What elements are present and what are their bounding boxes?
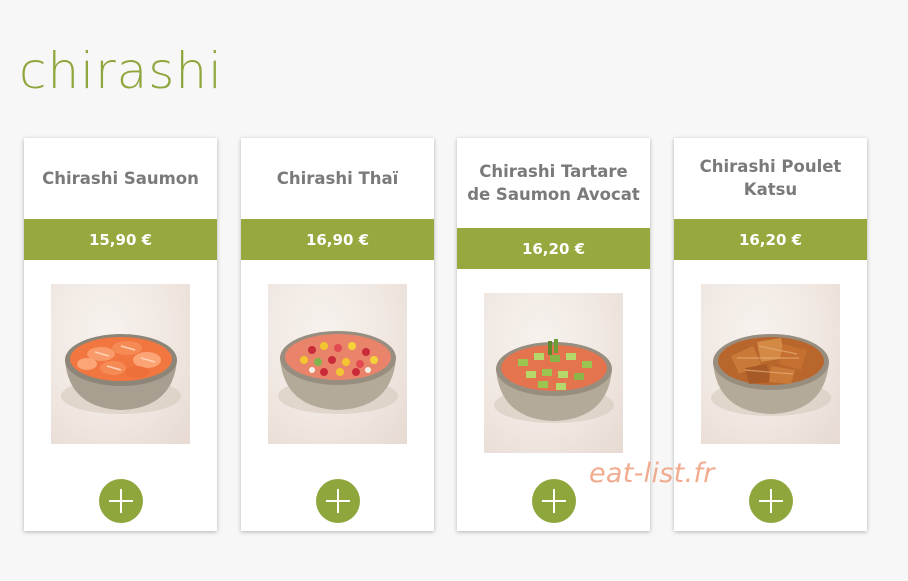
menu-page: chirashi Chirashi Saumon 15,90 € Chirash… xyxy=(0,0,908,581)
product-name: Chirashi Thaï xyxy=(276,168,399,188)
product-price: 15,90 € xyxy=(24,219,217,260)
product-name: Chirashi Tartare de Saumon Avocat xyxy=(467,162,640,204)
watermark: eat-list.fr xyxy=(589,458,715,489)
product-price: 16,20 € xyxy=(674,219,867,260)
product-image xyxy=(484,293,623,453)
add-to-cart-button[interactable] xyxy=(316,479,360,523)
product-name: Chirashi Poulet Katsu xyxy=(699,157,842,199)
product-image xyxy=(268,284,407,444)
product-price: 16,90 € xyxy=(241,219,434,260)
product-name: Chirashi Saumon xyxy=(42,168,199,188)
section-title: chirashi xyxy=(19,42,223,100)
add-to-cart-button[interactable] xyxy=(532,479,576,523)
product-price: 16,20 € xyxy=(457,228,650,269)
product-image xyxy=(701,284,840,444)
product-card-chirashi-saumon[interactable]: Chirashi Saumon 15,90 € xyxy=(24,138,217,531)
product-card-chirashi-thai[interactable]: Chirashi Thaï 16,90 € xyxy=(241,138,434,531)
add-to-cart-button[interactable] xyxy=(749,479,793,523)
product-image xyxy=(51,284,190,444)
add-to-cart-button[interactable] xyxy=(99,479,143,523)
